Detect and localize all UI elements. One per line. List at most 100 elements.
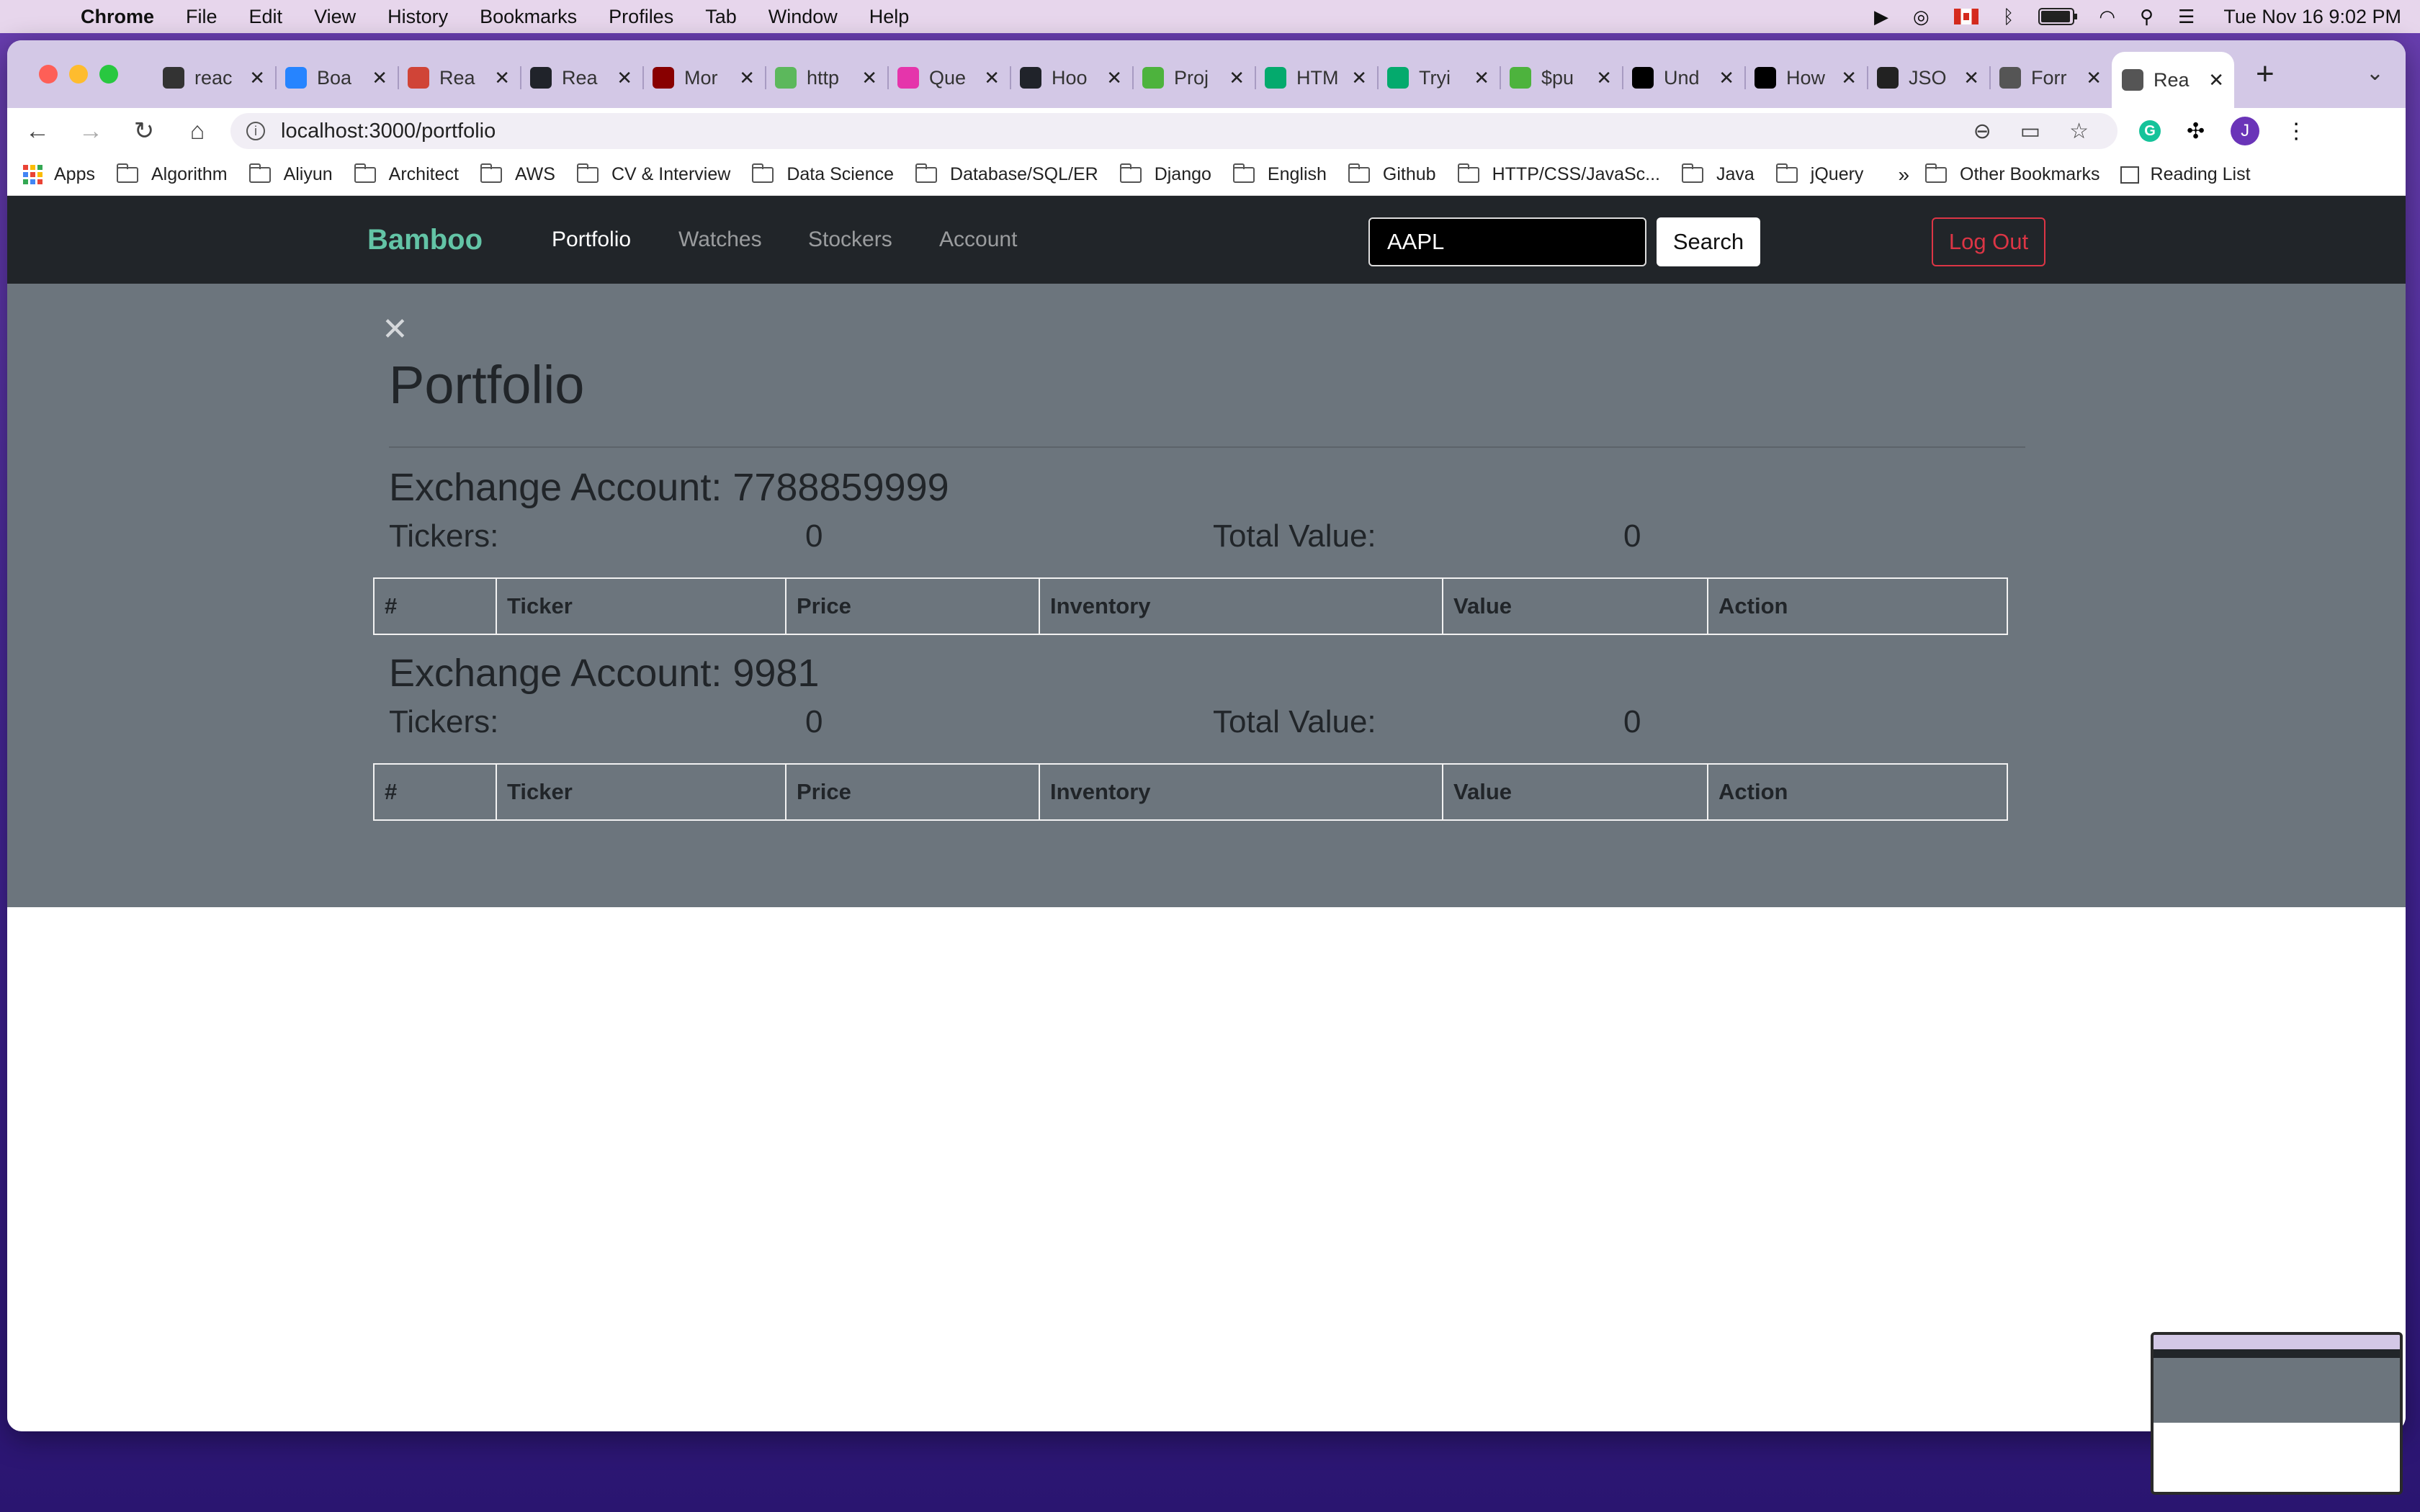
battery-icon[interactable]	[2038, 8, 2078, 25]
bookmark-folder[interactable]: Architect	[354, 163, 459, 185]
menu-app-name[interactable]: Chrome	[81, 6, 154, 28]
browser-tab[interactable]: Rea ✕	[520, 53, 642, 102]
bookmark-folder[interactable]: HTTP/CSS/JavaSc...	[1457, 163, 1660, 185]
card-icon[interactable]: ▭	[2020, 119, 2040, 144]
browser-tab[interactable]: Mor ✕	[642, 53, 765, 102]
browser-tab[interactable]: Forr ✕	[1989, 53, 2112, 102]
browser-tab[interactable]: Boa ✕	[275, 53, 398, 102]
close-tab-icon[interactable]: ✕	[1106, 67, 1122, 89]
reload-icon[interactable]: ↻	[121, 117, 167, 145]
bookmark-other[interactable]: Other Bookmarks	[1925, 163, 2100, 185]
menu-help[interactable]: Help	[869, 6, 910, 28]
close-tab-icon[interactable]: ✕	[1718, 67, 1734, 89]
bookmark-folder[interactable]: Github	[1348, 163, 1436, 185]
tab-search-chevron-icon[interactable]: ⌄	[2366, 60, 2384, 86]
bookmark-folder[interactable]: Django	[1119, 163, 1211, 185]
bluetooth-icon[interactable]: ᛒ	[2003, 6, 2015, 28]
address-bar[interactable]: i localhost:3000/portfolio ⊖ ▭ ☆	[230, 113, 2118, 149]
close-tab-icon[interactable]: ✕	[1596, 67, 1612, 89]
reading-list[interactable]: Reading List	[2120, 164, 2251, 185]
menu-tab[interactable]: Tab	[705, 6, 737, 28]
site-info-icon[interactable]: i	[246, 122, 265, 140]
menu-history[interactable]: History	[387, 6, 448, 28]
zoom-icon[interactable]: ⊖	[1973, 119, 1991, 144]
browser-tab[interactable]: Hoo ✕	[1010, 53, 1132, 102]
close-tab-icon[interactable]: ✕	[494, 67, 510, 89]
menu-profiles[interactable]: Profiles	[609, 6, 673, 28]
browser-tab[interactable]: How ✕	[1744, 53, 1867, 102]
bookmark-folder[interactable]: Data Science	[752, 163, 894, 185]
ticker-search-input[interactable]	[1368, 217, 1646, 266]
bookmark-folders: Algorithm Aliyun Architect AWS CV & Intervie…	[101, 163, 1869, 185]
menu-view[interactable]: View	[314, 6, 356, 28]
browser-tab[interactable]: reac ✕	[153, 53, 275, 102]
bookmark-folder[interactable]: AWS	[480, 163, 555, 185]
browser-tab[interactable]: $pu ✕	[1500, 53, 1622, 102]
brand-logo[interactable]: Bamboo	[367, 224, 483, 256]
forward-arrow-icon[interactable]: →	[68, 117, 114, 145]
url-text[interactable]: localhost:3000/portfolio	[281, 120, 1973, 143]
bookmark-star-icon[interactable]: ☆	[2069, 119, 2089, 144]
wifi-icon[interactable]: ◠	[2099, 6, 2115, 28]
bookmark-folder[interactable]: jQuery	[1775, 163, 1863, 185]
browser-tab[interactable]: Que ✕	[887, 53, 1010, 102]
back-arrow-icon[interactable]: ←	[14, 117, 60, 145]
logout-button[interactable]: Log Out	[1932, 217, 2045, 266]
bookmark-folder[interactable]: Aliyun	[248, 163, 333, 185]
menubar-clock[interactable]: Tue Nov 16 9:02 PM	[2223, 6, 2401, 28]
close-tab-icon[interactable]: ✕	[1474, 67, 1489, 89]
nav-portfolio[interactable]: Portfolio	[552, 228, 631, 252]
browser-tab[interactable]: JSO ✕	[1867, 53, 1989, 102]
bookmarks-overflow-button[interactable]: »	[1898, 163, 1909, 186]
browser-tab[interactable]: Rea ✕	[2112, 52, 2234, 108]
search-button[interactable]: Search	[1657, 217, 1760, 266]
menu-bookmarks[interactable]: Bookmarks	[480, 6, 577, 28]
close-tab-icon[interactable]: ✕	[1351, 67, 1367, 89]
bookmark-apps[interactable]: Apps	[23, 164, 95, 185]
browser-tab[interactable]: Rea ✕	[398, 53, 520, 102]
close-tab-icon[interactable]: ✕	[1841, 67, 1857, 89]
close-tab-icon[interactable]: ✕	[861, 67, 877, 89]
nav-watches[interactable]: Watches	[678, 228, 762, 252]
bookmark-folder[interactable]: English	[1232, 163, 1327, 185]
browser-tab[interactable]: Und ✕	[1622, 53, 1744, 102]
screenshot-thumbnail[interactable]	[2151, 1332, 2403, 1495]
play-icon[interactable]: ▶	[1874, 6, 1888, 28]
browser-tab[interactable]: Proj ✕	[1132, 53, 1255, 102]
search-quick-icon[interactable]: ◎	[1913, 6, 1930, 28]
menu-window[interactable]: Window	[768, 6, 838, 28]
minimize-window-button[interactable]	[69, 65, 88, 84]
bookmark-folder[interactable]: Java	[1681, 163, 1754, 185]
canada-flag-icon[interactable]	[1953, 9, 1978, 24]
close-window-button[interactable]	[39, 65, 58, 84]
spotlight-icon[interactable]: ⚲	[2140, 6, 2154, 28]
close-tab-icon[interactable]: ✕	[1229, 67, 1245, 89]
close-tab-icon[interactable]: ✕	[617, 67, 632, 89]
kebab-menu-icon[interactable]: ⋮	[2285, 119, 2307, 144]
close-tab-icon[interactable]: ✕	[2086, 67, 2102, 89]
browser-tab[interactable]: HTM ✕	[1255, 53, 1377, 102]
close-tab-icon[interactable]: ✕	[2208, 69, 2224, 91]
bookmark-folder[interactable]: Algorithm	[116, 163, 228, 185]
nav-stockers[interactable]: Stockers	[808, 228, 892, 252]
close-tab-icon[interactable]: ✕	[984, 67, 1000, 89]
menu-edit[interactable]: Edit	[249, 6, 283, 28]
profile-avatar[interactable]: J	[2231, 117, 2260, 145]
menu-file[interactable]: File	[186, 6, 218, 28]
nav-account[interactable]: Account	[939, 228, 1017, 252]
control-center-icon[interactable]: ☰	[2178, 6, 2195, 28]
extensions-puzzle-icon[interactable]: ✣	[2187, 119, 2205, 144]
close-tab-icon[interactable]: ✕	[372, 67, 387, 89]
grammarly-icon[interactable]: G	[2139, 120, 2161, 142]
new-tab-button[interactable]: +	[2256, 56, 2275, 92]
browser-tab[interactable]: http ✕	[765, 53, 887, 102]
home-icon[interactable]: ⌂	[174, 117, 220, 145]
close-icon[interactable]: ✕	[382, 311, 408, 348]
browser-tab[interactable]: Tryi ✕	[1377, 53, 1500, 102]
zoom-window-button[interactable]	[99, 65, 118, 84]
bookmark-folder[interactable]: CV & Interview	[576, 163, 730, 185]
close-tab-icon[interactable]: ✕	[249, 67, 265, 89]
close-tab-icon[interactable]: ✕	[739, 67, 755, 89]
close-tab-icon[interactable]: ✕	[1963, 67, 1979, 89]
bookmark-folder[interactable]: Database/SQL/ER	[915, 163, 1098, 185]
